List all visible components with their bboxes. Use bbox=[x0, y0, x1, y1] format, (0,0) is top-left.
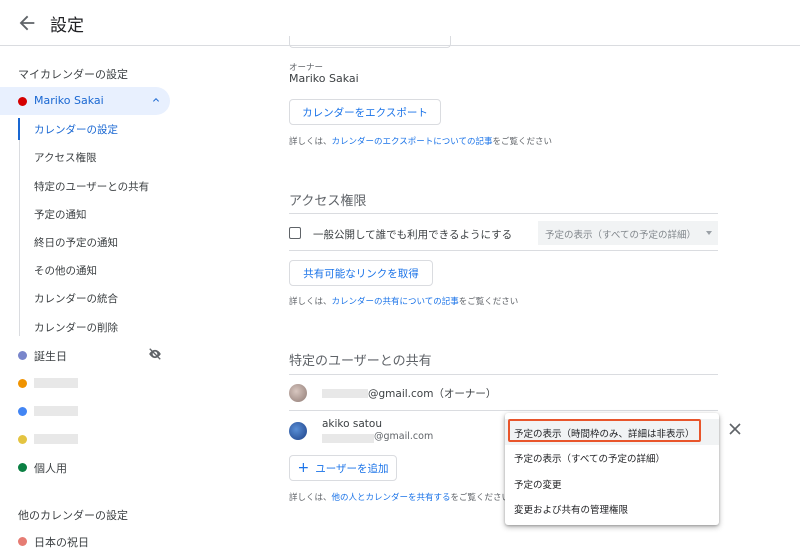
redacted-calendar-name bbox=[34, 434, 78, 444]
calendar-name: Mariko Sakai bbox=[34, 94, 104, 107]
page-title: 設定 bbox=[50, 16, 84, 36]
calendar-color-dot bbox=[18, 97, 27, 106]
redacted-email bbox=[322, 389, 368, 398]
menu-item-manage-sharing[interactable]: 変更および共有の管理権限 bbox=[505, 495, 719, 521]
divider bbox=[289, 213, 718, 214]
add-user-button[interactable]: + ユーザーを追加 bbox=[289, 455, 397, 481]
divider bbox=[289, 410, 718, 411]
get-shareable-link-button[interactable]: 共有可能なリンクを取得 bbox=[289, 260, 433, 286]
owner-name: Mariko Sakai bbox=[289, 72, 359, 85]
help-prefix: 詳しくは、 bbox=[289, 137, 332, 147]
calendar-name: 誕生日 bbox=[34, 350, 67, 363]
close-icon[interactable] bbox=[729, 423, 741, 435]
share-with-others-link[interactable]: 他の人とカレンダーを共有する bbox=[332, 493, 451, 503]
sidebar-sub-delete[interactable]: カレンダーの削除 bbox=[34, 320, 118, 335]
add-user-label: ユーザーを追加 bbox=[315, 462, 389, 475]
divider bbox=[289, 374, 718, 375]
calendar-color-dot bbox=[18, 351, 27, 360]
user-email: @gmail.com bbox=[374, 431, 434, 442]
sidebar-item-japan-holidays[interactable]: 日本の祝日 bbox=[0, 527, 170, 555]
user-name: akiko satou bbox=[322, 418, 383, 430]
sidebar-sub-other-notifications[interactable]: その他の通知 bbox=[34, 263, 97, 278]
calendar-name: 個人用 bbox=[34, 462, 67, 475]
help-suffix: をご覧ください bbox=[492, 137, 553, 147]
calendar-name: 日本の祝日 bbox=[34, 536, 89, 549]
redacted-calendar-name bbox=[34, 406, 78, 416]
help-suffix: をご覧ください bbox=[450, 493, 511, 503]
subitems-divider bbox=[19, 118, 20, 336]
sidebar-sub-calendar-settings[interactable]: カレンダーの設定 bbox=[34, 122, 118, 137]
plus-icon: + bbox=[297, 460, 310, 476]
sidebar-item-calendar[interactable] bbox=[0, 397, 170, 425]
owner-avatar bbox=[289, 384, 307, 402]
sidebar-item-calendar[interactable] bbox=[0, 369, 170, 397]
visibility-off-icon[interactable] bbox=[148, 348, 162, 360]
menu-item-make-changes[interactable]: 予定の変更 bbox=[505, 470, 719, 496]
sharing-heading: 特定のユーザーとの共有 bbox=[289, 354, 432, 369]
dropdown-arrow-icon bbox=[706, 231, 712, 235]
sidebar-item-birthdays[interactable]: 誕生日 bbox=[0, 341, 170, 369]
access-heading: アクセス権限 bbox=[289, 194, 367, 209]
sidebar-sub-event-notifications[interactable]: 予定の通知 bbox=[34, 207, 87, 222]
sidebar-sub-allday-notifications[interactable]: 終日の予定の通知 bbox=[34, 235, 118, 250]
redacted-email bbox=[322, 434, 374, 443]
export-calendar-button[interactable]: カレンダーをエクスポート bbox=[289, 99, 441, 125]
calendar-color-dot bbox=[18, 407, 27, 416]
calendar-color-dot bbox=[18, 435, 27, 444]
share-article-link[interactable]: カレンダーの共有についての記事 bbox=[332, 297, 459, 307]
user-avatar bbox=[289, 422, 307, 440]
calendar-color-dot bbox=[18, 379, 27, 388]
export-article-link[interactable]: カレンダーのエクスポートについての記事 bbox=[332, 137, 493, 147]
sidebar-item-personal[interactable]: 個人用 bbox=[0, 453, 170, 481]
add-help-text: 詳しくは、他の人とカレンダーを共有するをご覧ください bbox=[289, 491, 510, 503]
arrow-back-icon[interactable] bbox=[16, 12, 38, 34]
menu-item-view-all-details[interactable]: 予定の表示（すべての予定の詳細） bbox=[505, 444, 719, 470]
sidebar-item-calendar[interactable] bbox=[0, 425, 170, 453]
my-calendars-label: マイカレンダーの設定 bbox=[18, 68, 128, 81]
public-permission-select: 予定の表示（すべての予定の詳細） bbox=[538, 221, 718, 245]
owner-email: @gmail.com（オーナー） bbox=[368, 388, 497, 400]
sidebar-item-mariko-sakai[interactable]: Mariko Sakai bbox=[0, 87, 170, 115]
share-help-text: 詳しくは、カレンダーの共有についての記事をご覧ください bbox=[289, 295, 518, 307]
divider bbox=[289, 250, 718, 251]
highlight-box bbox=[508, 419, 701, 442]
help-suffix: をご覧ください bbox=[458, 297, 519, 307]
help-prefix: 詳しくは、 bbox=[289, 493, 332, 503]
card-edge bbox=[289, 36, 451, 48]
redacted-calendar-name bbox=[34, 378, 78, 388]
sidebar-sub-access[interactable]: アクセス権限 bbox=[34, 150, 96, 165]
public-checkbox[interactable] bbox=[289, 227, 301, 239]
other-calendars-label: 他のカレンダーの設定 bbox=[18, 509, 128, 522]
calendar-color-dot bbox=[18, 537, 27, 546]
calendar-color-dot bbox=[18, 463, 27, 472]
chevron-up-icon[interactable] bbox=[150, 94, 162, 106]
sidebar-sub-sharing[interactable]: 特定のユーザーとの共有 bbox=[34, 179, 149, 194]
help-prefix: 詳しくは、 bbox=[289, 297, 332, 307]
active-subitem-indicator bbox=[18, 118, 20, 140]
export-help-text: 詳しくは、カレンダーのエクスポートについての記事をご覧ください bbox=[289, 135, 552, 147]
public-checkbox-label: 一般公開して誰でも利用できるようにする bbox=[313, 229, 513, 241]
select-value: 予定の表示（すべての予定の詳細） bbox=[545, 230, 696, 241]
sidebar-sub-integrate[interactable]: カレンダーの統合 bbox=[34, 291, 118, 306]
